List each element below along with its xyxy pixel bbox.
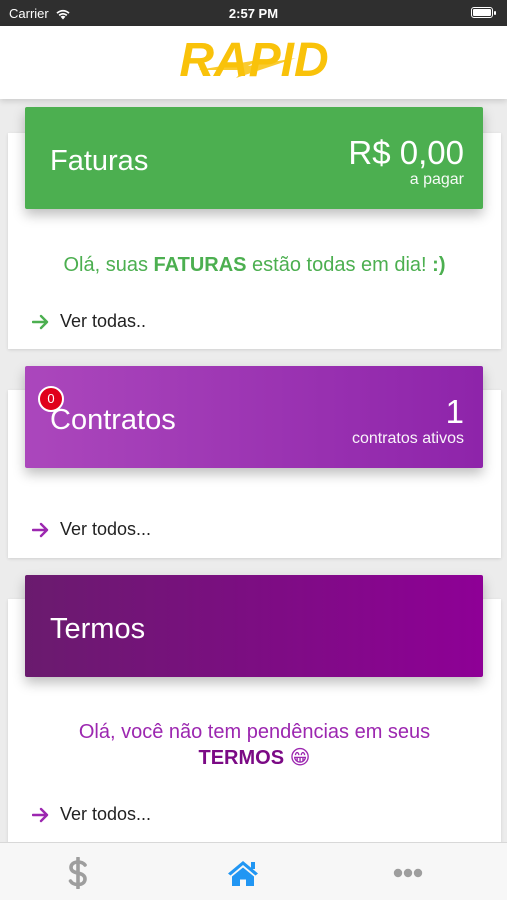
arrow-right-icon — [32, 522, 49, 537]
contratos-see-all-label: Ver todos... — [60, 519, 152, 539]
status-time: 2:57 PM — [228, 6, 279, 21]
termos-message-highlight: TERMOS — [198, 747, 285, 769]
arrow-right-icon — [32, 807, 49, 822]
more-icon — [393, 868, 423, 878]
notification-badge: 0 — [38, 386, 64, 412]
arrow-right-icon — [32, 314, 49, 329]
faturas-message-suffix: estão todas em dia! — [246, 254, 433, 276]
contratos-see-all-link[interactable]: Ver todos... — [32, 519, 151, 540]
app-header: RAPID — [0, 26, 507, 99]
home-icon — [228, 861, 258, 886]
contratos-title: Contratos — [50, 404, 176, 436]
tab-billing[interactable] — [58, 857, 98, 889]
faturas-amount: R$ 0,00 — [348, 134, 464, 171]
dollar-icon — [68, 857, 87, 889]
termos-message: Olá, você não tem pendências em seus TER… — [8, 719, 501, 771]
faturas-title: Faturas — [50, 145, 149, 177]
logo-text: RAPID — [179, 34, 328, 87]
tab-bar — [0, 842, 507, 900]
faturas-amount-block: R$ 0,00 a pagar — [348, 135, 464, 189]
faturas-amount-caption: a pagar — [409, 171, 464, 188]
faturas-message-smiley: :) — [432, 254, 446, 276]
rapid-logo: RAPID — [179, 34, 328, 87]
grin-emoji-icon: 😁 — [289, 747, 311, 769]
contratos-count-block: 1 contratos ativos — [352, 394, 464, 448]
termos-header[interactable]: Termos — [25, 575, 483, 677]
battery-icon — [471, 7, 496, 18]
faturas-message-highlight: FATURAS — [153, 254, 247, 276]
app-screen: Carrier 2:57 PM RAPID Faturas R$ 0,00 a … — [0, 0, 507, 900]
tab-home[interactable] — [223, 857, 263, 889]
contratos-count: 1 — [445, 393, 464, 430]
faturas-message-prefix: Olá, suas — [63, 254, 154, 276]
faturas-see-all-label: Ver todas.. — [60, 311, 147, 331]
contratos-count-caption: contratos ativos — [351, 430, 464, 447]
termos-message-line1: Olá, você não tem pendências em seus — [78, 721, 431, 743]
tab-more[interactable] — [388, 857, 428, 889]
termos-see-all-link[interactable]: Ver todos... — [32, 804, 151, 825]
status-bar: Carrier 2:57 PM — [0, 0, 507, 26]
contratos-header[interactable]: Contratos 1 contratos ativos — [25, 366, 483, 468]
faturas-header[interactable]: Faturas R$ 0,00 a pagar — [25, 107, 483, 209]
termos-see-all-label: Ver todos... — [60, 804, 152, 824]
termos-title: Termos — [50, 613, 146, 645]
faturas-see-all-link[interactable]: Ver todas.. — [32, 311, 146, 332]
faturas-message: Olá, suas FATURAS estão todas em dia! :) — [8, 252, 501, 278]
